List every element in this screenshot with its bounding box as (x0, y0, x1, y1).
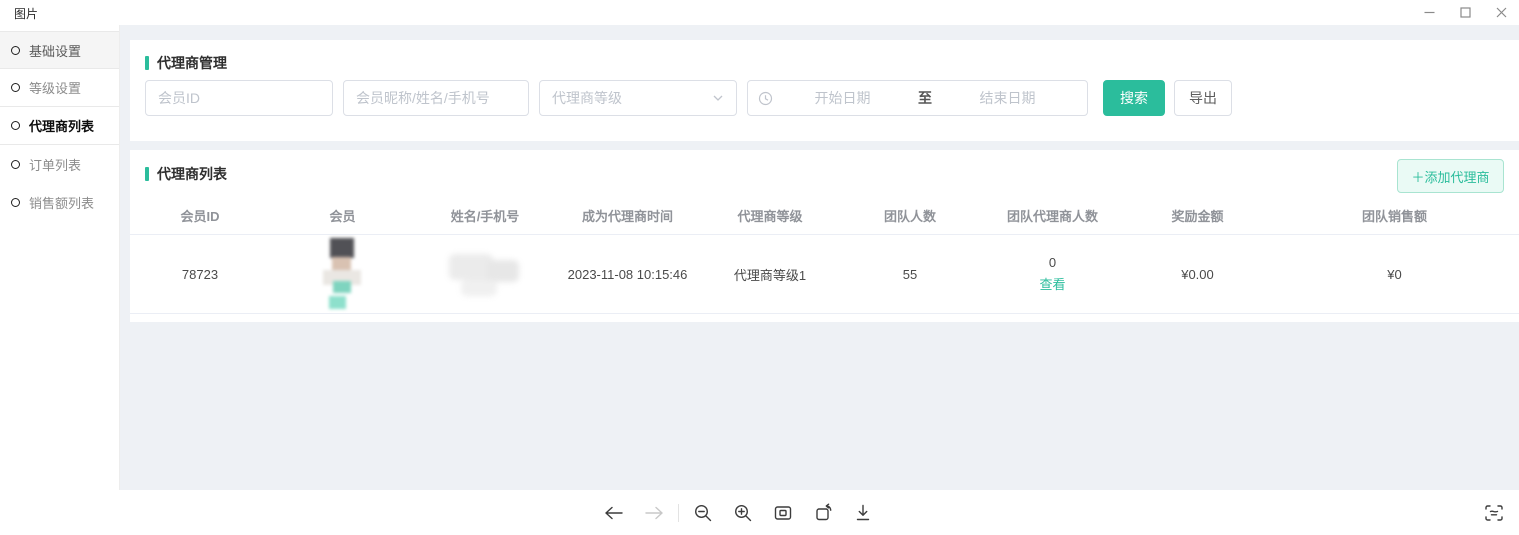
date-range-picker[interactable]: 开始日期 至 结束日期 (747, 80, 1088, 116)
back-arrow-icon[interactable] (602, 501, 626, 525)
search-button-label: 搜索 (1120, 88, 1148, 108)
agent-list-panel: 代理商列表 ＋添加代理商 会员ID 会员 姓名/手机号 成为代理商时间 代理商等… (130, 150, 1519, 322)
cell-reward-amount: ¥0.00 (1125, 235, 1270, 313)
col-header-member-id: 会员ID (130, 206, 270, 225)
panel-title-text: 代理商管理 (157, 53, 227, 73)
photo-viewer-toolbar (0, 490, 1519, 535)
col-header-member: 会员 (270, 206, 415, 225)
sidebar-item-order-list[interactable]: 订单列表 (0, 145, 119, 183)
title-accent-bar (145, 56, 149, 70)
col-header-reward-amount: 奖励金额 (1125, 206, 1270, 225)
sidebar-item-label: 等级设置 (29, 78, 81, 97)
agent-level-select-placeholder: 代理商等级 (552, 88, 712, 108)
start-date-placeholder[interactable]: 开始日期 (773, 88, 912, 108)
sidebar: 基础设置 等级设置 代理商列表 订单列表 销售额列表 (0, 25, 120, 490)
team-sales-value: ¥0 (1387, 267, 1401, 282)
save-download-icon[interactable] (851, 501, 875, 525)
view-link[interactable]: 查看 (1039, 274, 1065, 293)
actual-size-icon[interactable] (771, 501, 795, 525)
date-separator: 至 (912, 88, 938, 108)
table-panel-title-text: 代理商列表 (157, 164, 227, 184)
member-id-value: 78723 (182, 267, 218, 282)
chevron-down-icon (712, 92, 724, 104)
radio-circle-icon (11, 83, 20, 92)
window-title: 图片 (14, 5, 38, 22)
sidebar-item-sales-list[interactable]: 销售额列表 (0, 183, 119, 221)
agent-level-select[interactable]: 代理商等级 (539, 80, 737, 116)
cell-member-avatar (270, 235, 415, 313)
window-controls (1411, 0, 1519, 25)
cell-agent-level: 代理商等级1 (700, 235, 840, 313)
agent-level-value: 代理商等级1 (734, 265, 806, 284)
sidebar-item-label: 销售额列表 (29, 193, 94, 212)
export-button[interactable]: 导出 (1174, 80, 1232, 116)
radio-circle-icon (11, 198, 20, 207)
panel-title: 代理商管理 (145, 53, 227, 73)
col-header-agent-level: 代理商等级 (700, 206, 840, 225)
zoom-out-icon[interactable] (691, 501, 715, 525)
sidebar-item-label: 基础设置 (29, 41, 81, 60)
text-recognition-icon[interactable] (1481, 500, 1507, 526)
agent-management-panel: 代理商管理 代理商等级 开始日期 至 结束日期 搜索 导出 (130, 40, 1519, 141)
export-button-label: 导出 (1189, 88, 1217, 108)
titlebar: 图片 (0, 0, 1519, 25)
radio-circle-icon (11, 121, 20, 130)
member-name-input[interactable] (343, 80, 529, 116)
sidebar-item-basic-settings[interactable]: 基础设置 (0, 31, 119, 69)
reward-amount-value: ¥0.00 (1181, 267, 1214, 282)
zoom-in-icon[interactable] (731, 501, 755, 525)
sidebar-item-label: 订单列表 (29, 155, 81, 174)
toolbar-divider (678, 504, 679, 522)
radio-circle-icon (11, 46, 20, 55)
cell-name-phone (415, 235, 555, 313)
become-time-value: 2023-11-08 10:15:46 (568, 267, 688, 282)
col-header-name-phone: 姓名/手机号 (415, 206, 555, 225)
add-agent-button-label: ＋添加代理商 (1411, 167, 1489, 186)
col-header-team-sales: 团队销售额 (1270, 206, 1519, 225)
cell-team-agent-count: 0 查看 (980, 235, 1125, 313)
minimize-icon[interactable] (1411, 0, 1447, 25)
main-content: 代理商管理 代理商等级 开始日期 至 结束日期 搜索 导出 (120, 25, 1519, 490)
cell-become-time: 2023-11-08 10:15:46 (555, 235, 700, 313)
radio-circle-icon (11, 160, 20, 169)
add-agent-button[interactable]: ＋添加代理商 (1397, 159, 1504, 193)
sidebar-item-agent-list[interactable]: 代理商列表 (0, 107, 119, 145)
team-agent-count-value: 0 (1049, 255, 1056, 270)
maximize-icon[interactable] (1447, 0, 1483, 25)
table-header-row: 会员ID 会员 姓名/手机号 成为代理商时间 代理商等级 团队人数 团队代理商人… (130, 196, 1519, 235)
col-header-become-time: 成为代理商时间 (555, 206, 700, 225)
table-row: 78723 2023-11-08 10:15:46 代理商等级1 55 (130, 235, 1519, 314)
sidebar-item-level-settings[interactable]: 等级设置 (0, 69, 119, 107)
close-icon[interactable] (1483, 0, 1519, 25)
table-panel-title: 代理商列表 (145, 164, 227, 184)
title-accent-bar (145, 167, 149, 181)
end-date-placeholder[interactable]: 结束日期 (938, 88, 1077, 108)
col-header-team-agent-count: 团队代理商人数 (980, 206, 1125, 225)
col-header-team-count: 团队人数 (840, 206, 980, 225)
team-count-value: 55 (903, 267, 917, 282)
member-id-input[interactable] (145, 80, 333, 116)
cell-team-count: 55 (840, 235, 980, 313)
cell-team-sales: ¥0 (1270, 235, 1519, 313)
clock-icon (758, 91, 773, 106)
cell-member-id: 78723 (130, 235, 270, 313)
rotate-icon[interactable] (811, 501, 835, 525)
sidebar-item-label: 代理商列表 (29, 116, 94, 135)
blurred-avatar (323, 238, 363, 310)
search-button[interactable]: 搜索 (1103, 80, 1165, 116)
sidebar-menu: 基础设置 等级设置 代理商列表 订单列表 销售额列表 (0, 31, 119, 221)
blurred-name (449, 250, 521, 298)
toolbar-icon-group (602, 490, 891, 535)
forward-arrow-icon[interactable] (642, 501, 666, 525)
